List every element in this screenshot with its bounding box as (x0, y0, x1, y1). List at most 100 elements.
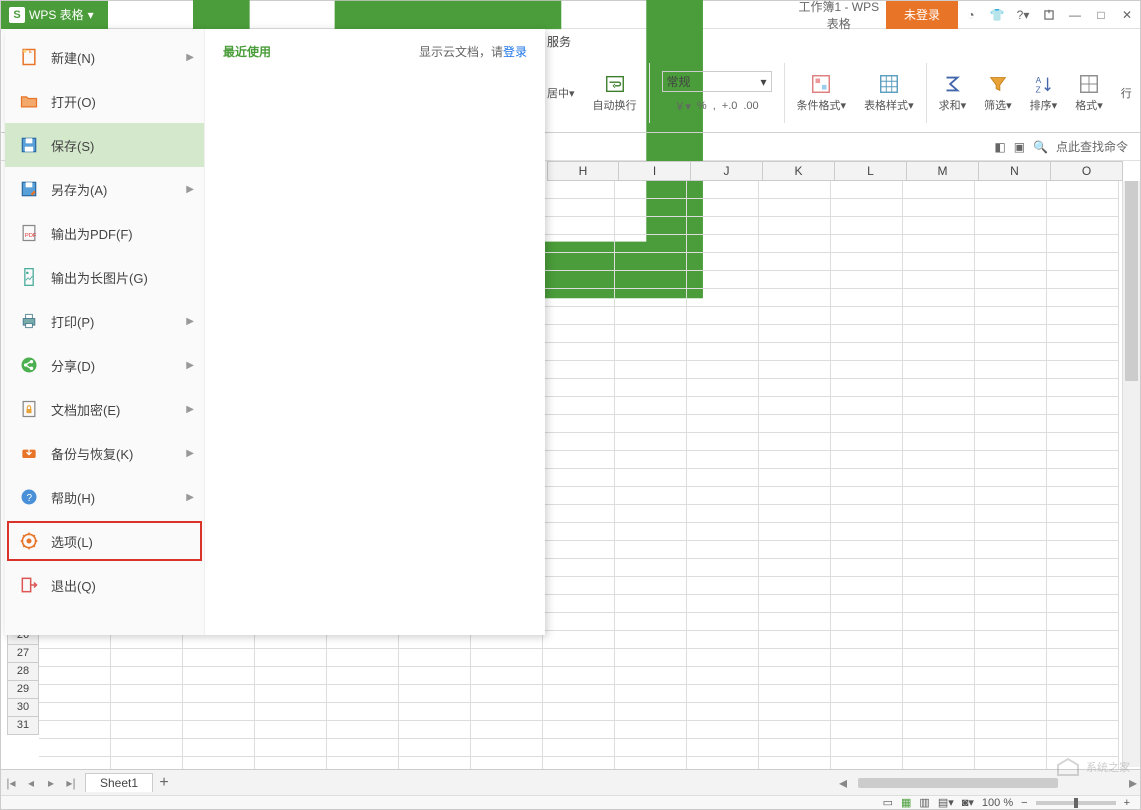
cell[interactable] (615, 595, 687, 613)
cell[interactable] (615, 361, 687, 379)
view-normal-icon[interactable]: ▦ (901, 796, 911, 809)
cell[interactable] (831, 433, 903, 451)
cell[interactable] (543, 739, 615, 757)
cell[interactable] (975, 325, 1047, 343)
file-menu-pdf[interactable]: PDF输出为PDF(F) (5, 211, 204, 255)
row-header[interactable]: 31 (7, 717, 39, 735)
cell[interactable] (975, 595, 1047, 613)
vscroll-thumb[interactable] (1125, 181, 1138, 381)
zoom-in-button[interactable]: + (1124, 797, 1130, 809)
file-menu-exit[interactable]: 退出(Q) (5, 563, 204, 607)
cell[interactable] (831, 415, 903, 433)
cell[interactable] (543, 577, 615, 595)
cell[interactable] (687, 307, 759, 325)
cell[interactable] (39, 757, 111, 769)
cell[interactable] (687, 757, 759, 769)
cell[interactable] (543, 631, 615, 649)
cell[interactable] (543, 487, 615, 505)
cell[interactable] (903, 271, 975, 289)
cell[interactable] (687, 325, 759, 343)
cell[interactable] (903, 451, 975, 469)
cell[interactable] (975, 379, 1047, 397)
cell[interactable] (543, 397, 615, 415)
cell[interactable] (831, 289, 903, 307)
cell[interactable] (399, 685, 471, 703)
zoom-out-button[interactable]: − (1021, 797, 1027, 809)
cell[interactable] (903, 325, 975, 343)
cell[interactable] (759, 433, 831, 451)
cell[interactable] (1047, 595, 1119, 613)
cell[interactable] (759, 307, 831, 325)
cell[interactable] (759, 595, 831, 613)
cell[interactable] (615, 667, 687, 685)
cell[interactable] (903, 379, 975, 397)
cell[interactable] (399, 667, 471, 685)
column-headers[interactable]: HIJKLMNO (547, 161, 1123, 181)
row-button[interactable]: 行 (1115, 83, 1138, 103)
cell[interactable] (831, 397, 903, 415)
cell[interactable] (543, 685, 615, 703)
cell[interactable] (975, 451, 1047, 469)
cell[interactable] (975, 757, 1047, 769)
cell[interactable] (615, 613, 687, 631)
cell[interactable] (543, 613, 615, 631)
cell[interactable] (687, 433, 759, 451)
cell[interactable] (255, 721, 327, 739)
cell[interactable] (1047, 379, 1119, 397)
cell[interactable] (831, 361, 903, 379)
hscroll-left[interactable]: ◂ (836, 773, 850, 793)
cell[interactable] (759, 685, 831, 703)
cell[interactable] (903, 757, 975, 769)
cell[interactable] (975, 235, 1047, 253)
tshirt-icon[interactable]: 👕 (984, 1, 1010, 29)
column-header[interactable]: M (907, 161, 979, 181)
cell[interactable] (543, 559, 615, 577)
cell[interactable] (1047, 541, 1119, 559)
cell[interactable] (759, 703, 831, 721)
cell[interactable] (615, 217, 687, 235)
cell[interactable] (471, 739, 543, 757)
cell[interactable] (1047, 181, 1119, 199)
cell[interactable] (687, 739, 759, 757)
cell[interactable] (255, 685, 327, 703)
cell[interactable] (1047, 613, 1119, 631)
cell[interactable] (471, 721, 543, 739)
cell[interactable] (831, 487, 903, 505)
cell[interactable] (327, 721, 399, 739)
cell[interactable] (543, 505, 615, 523)
cell[interactable] (1047, 217, 1119, 235)
cell[interactable] (759, 649, 831, 667)
cell[interactable] (687, 253, 759, 271)
cell[interactable] (471, 757, 543, 769)
cell[interactable] (903, 721, 975, 739)
cell[interactable] (1047, 505, 1119, 523)
sort-button[interactable]: AZ 排序▾ (1024, 71, 1064, 115)
cell[interactable] (759, 613, 831, 631)
cell[interactable] (903, 217, 975, 235)
cell[interactable] (687, 289, 759, 307)
cell[interactable] (615, 307, 687, 325)
cell[interactable] (543, 541, 615, 559)
wrap-icon[interactable] (604, 73, 626, 95)
cell[interactable] (903, 307, 975, 325)
cell[interactable] (687, 667, 759, 685)
cell[interactable] (543, 451, 615, 469)
cell[interactable] (975, 307, 1047, 325)
cell[interactable] (615, 739, 687, 757)
add-sheet-button[interactable]: + (153, 774, 175, 792)
cell[interactable] (615, 487, 687, 505)
cell[interactable] (399, 649, 471, 667)
cell[interactable] (615, 181, 687, 199)
cell[interactable] (975, 361, 1047, 379)
cell[interactable] (1047, 631, 1119, 649)
cell[interactable] (399, 703, 471, 721)
merge-center-button[interactable]: 居中▾ (547, 85, 575, 101)
cell[interactable] (759, 739, 831, 757)
cell[interactable] (615, 649, 687, 667)
cell[interactable] (543, 523, 615, 541)
cell[interactable] (975, 739, 1047, 757)
cell[interactable] (687, 523, 759, 541)
cell[interactable] (759, 325, 831, 343)
cell[interactable] (759, 271, 831, 289)
cell[interactable] (687, 613, 759, 631)
